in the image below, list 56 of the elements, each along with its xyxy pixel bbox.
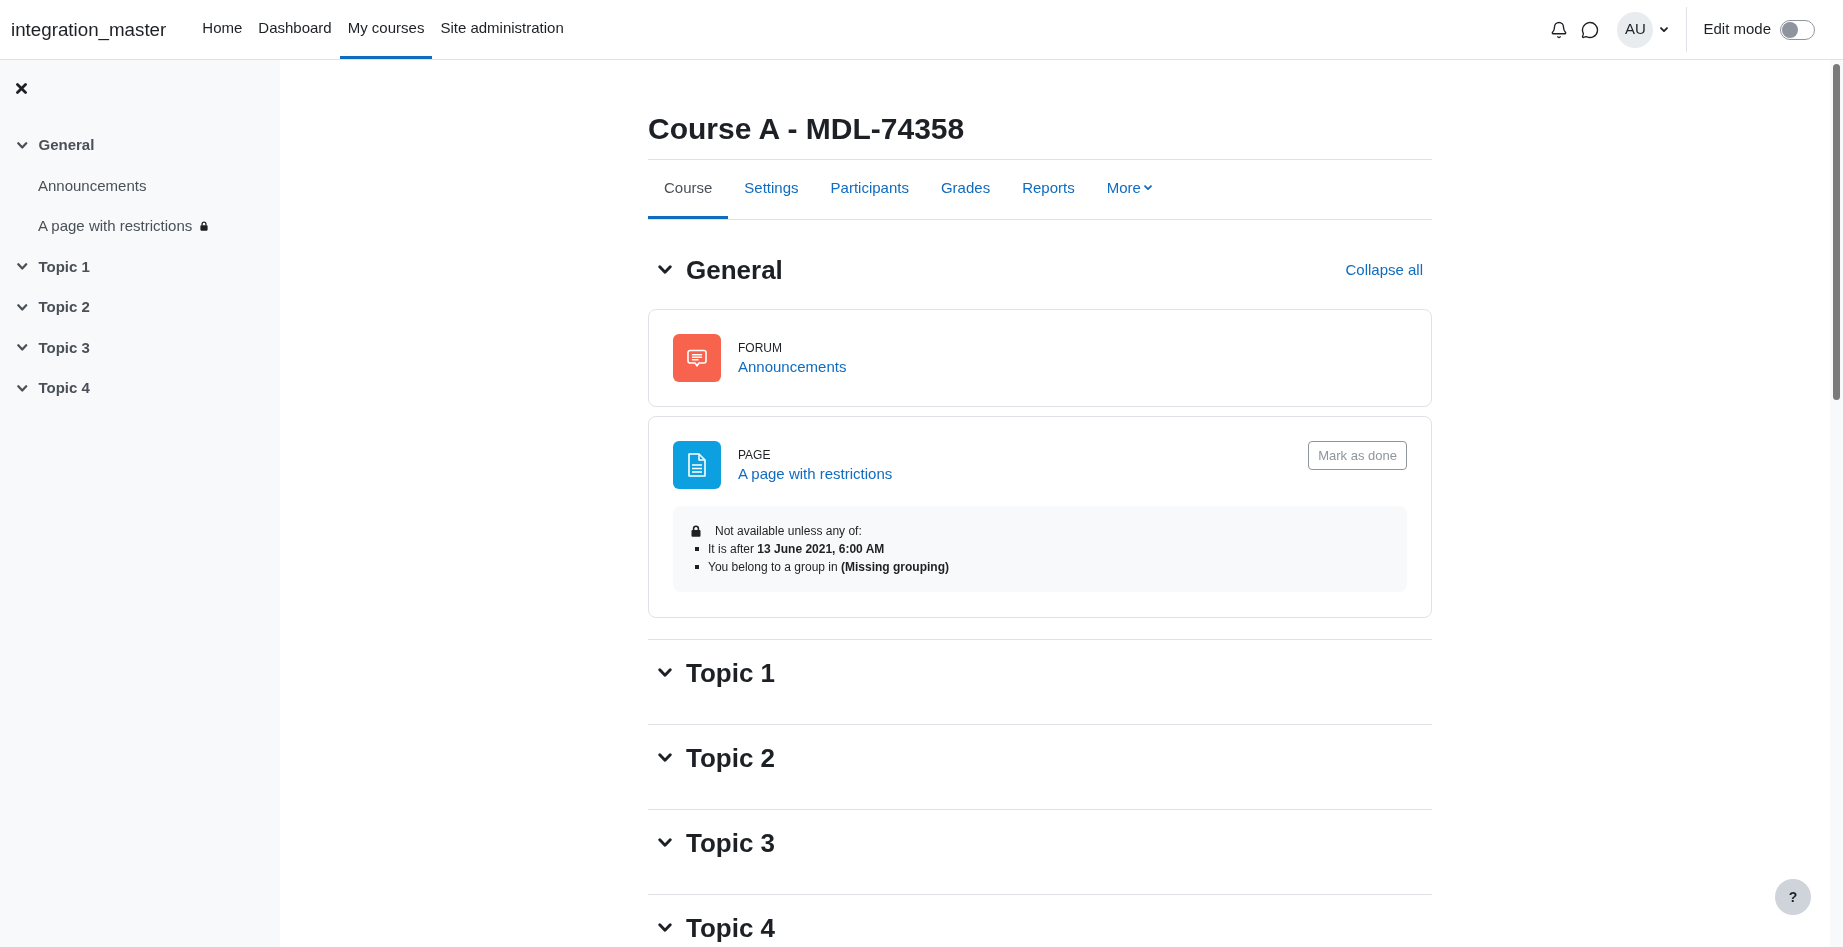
chevron-down-icon[interactable]	[658, 753, 672, 763]
course-index-section-link[interactable]: Topic 3	[38, 336, 90, 359]
course-index-activity-link[interactable]: Announcements	[38, 174, 147, 197]
bullet-icon	[695, 565, 699, 569]
restriction-condition: It is after 13 June 2021, 6:00 AM	[708, 541, 885, 558]
course-title: Course A - MDL-74358	[648, 111, 1432, 160]
course-tab[interactable]: Participants	[814, 160, 925, 219]
course-tab[interactable]: Reports	[1006, 160, 1091, 219]
user-menu-button[interactable]: AU	[1617, 11, 1669, 48]
activity-link[interactable]: Announcements	[738, 357, 847, 377]
restriction-heading: Not available unless any of:	[715, 523, 862, 540]
section-title: Topic 3	[686, 827, 776, 859]
user-avatar: AU	[1617, 11, 1654, 48]
caret-icon	[1143, 185, 1152, 191]
activity-type-label: FORUM	[738, 340, 783, 357]
edit-mode-switch[interactable]	[1780, 19, 1815, 40]
section-title: General	[686, 254, 783, 286]
activity-link[interactable]: A page with restrictions	[738, 464, 893, 484]
course-index-activity-link[interactable]: A page with restrictions	[38, 215, 193, 238]
section-title: Topic 2	[686, 742, 776, 774]
bullet-icon	[695, 547, 699, 551]
close-icon[interactable]	[16, 83, 27, 94]
edit-mode-label: Edit mode	[1703, 19, 1771, 40]
course-index-section-link[interactable]: Topic 2	[38, 296, 90, 319]
section-title: Topic 1	[686, 657, 776, 689]
course-index-section-link[interactable]: General	[38, 134, 95, 157]
more-menu-tab[interactable]: More	[1090, 160, 1168, 219]
chat-icon[interactable]	[1580, 20, 1599, 39]
course-index-section-link[interactable]: Topic 4	[38, 377, 90, 400]
caret-icon[interactable]	[1660, 26, 1669, 33]
chevron-down-icon[interactable]	[658, 668, 672, 678]
scrollbar-thumb[interactable]	[1833, 64, 1840, 400]
nav-link[interactable]: Dashboard	[250, 0, 340, 59]
activity-type-label: PAGE	[738, 447, 772, 464]
site-name[interactable]: integration_master	[0, 15, 167, 44]
chevron-down-icon[interactable]	[658, 838, 672, 848]
chevron-down-icon[interactable]	[17, 141, 28, 149]
course-tab[interactable]: Course	[648, 160, 729, 219]
lock-icon	[691, 525, 701, 537]
chevron-down-icon[interactable]	[17, 344, 28, 352]
restriction-condition: You belong to a group in (Missing grouping)	[708, 559, 949, 576]
chevron-down-icon[interactable]	[17, 303, 28, 311]
course-index-section-link[interactable]: Topic 1	[38, 255, 90, 278]
chevron-down-icon[interactable]	[17, 384, 28, 392]
chevron-down-icon[interactable]	[658, 265, 672, 275]
course-tab[interactable]: Grades	[924, 160, 1007, 219]
forum-icon	[673, 334, 721, 382]
bell-icon[interactable]	[1549, 20, 1568, 39]
chevron-down-icon[interactable]	[658, 923, 672, 933]
nav-link[interactable]: Home	[194, 0, 251, 59]
document-icon	[673, 441, 721, 489]
chevron-down-icon[interactable]	[17, 263, 28, 271]
collapse-all-link[interactable]: Collapse all	[1345, 258, 1423, 282]
section-title: Topic 4	[686, 912, 776, 944]
course-tab[interactable]: Settings	[728, 160, 815, 219]
nav-link[interactable]: Site administration	[432, 0, 572, 59]
